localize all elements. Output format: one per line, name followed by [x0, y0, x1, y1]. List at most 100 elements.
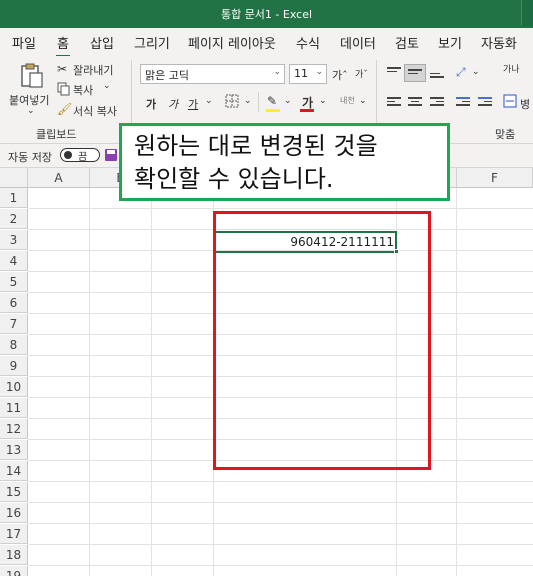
window-title: 통합 문서1 - Excel: [220, 8, 313, 21]
merge-center-icon[interactable]: [503, 94, 517, 108]
gridline: [151, 188, 152, 576]
orientation-dropdown-icon[interactable]: ⌄: [472, 67, 480, 77]
save-icon[interactable]: [104, 148, 118, 162]
tab-draw[interactable]: 그리기: [134, 33, 170, 52]
font-color-dropdown-icon[interactable]: ⌄: [319, 96, 327, 106]
row-header[interactable]: 14: [0, 461, 28, 481]
copy-dropdown-icon[interactable]: ⌄: [103, 81, 111, 91]
format-painter-icon[interactable]: 🖌: [57, 102, 72, 116]
format-painter-label[interactable]: 서식 복사: [73, 103, 117, 119]
copy-icon[interactable]: [57, 82, 71, 96]
gridline: [28, 523, 533, 524]
bold-button[interactable]: 가: [146, 96, 156, 112]
underline-dropdown-icon[interactable]: ⌄: [205, 96, 213, 106]
row-header[interactable]: 13: [0, 440, 28, 460]
autosave-label: 자동 저장: [8, 151, 52, 164]
clipboard-group-label: 클립보드: [36, 128, 77, 141]
row-header[interactable]: 18: [0, 545, 28, 565]
gridline: [28, 565, 533, 566]
row-header[interactable]: 9: [0, 356, 28, 376]
font-size-value: 11: [294, 67, 308, 80]
align-center-icon[interactable]: [408, 97, 422, 109]
italic-button[interactable]: 가: [168, 96, 178, 112]
row-header[interactable]: 19: [0, 566, 28, 576]
font-size-dropdown[interactable]: 11 ⌄: [289, 64, 327, 84]
borders-icon[interactable]: [225, 94, 239, 108]
fill-color-icon[interactable]: ✎: [267, 94, 277, 108]
cut-button-label[interactable]: 잘라내기: [73, 62, 113, 78]
gridline: [28, 481, 533, 482]
column-header-a[interactable]: A: [28, 168, 90, 188]
tab-page-layout[interactable]: 페이지 레이아웃: [188, 33, 276, 52]
row-header[interactable]: 5: [0, 272, 28, 292]
window-control-button[interactable]: [521, 0, 533, 26]
fill-color-dropdown-icon[interactable]: ⌄: [284, 96, 292, 106]
divider: [258, 92, 259, 112]
row-header[interactable]: 8: [0, 335, 28, 355]
gridline: [28, 502, 533, 503]
row-header[interactable]: 17: [0, 524, 28, 544]
gridline: [89, 188, 90, 576]
tab-automate[interactable]: 자동화: [481, 33, 517, 52]
align-top-icon[interactable]: [387, 67, 401, 79]
row-header[interactable]: 3: [0, 230, 28, 250]
shrink-font-button[interactable]: 가ˇ: [355, 67, 368, 80]
font-name-dropdown[interactable]: 맑은 고딕 ⌄: [140, 64, 285, 84]
autosave-state: 끔: [78, 152, 88, 163]
increase-indent-icon[interactable]: [478, 97, 492, 109]
select-all-corner[interactable]: [0, 168, 28, 188]
orientation-icon[interactable]: ⤢: [456, 65, 466, 80]
title-bar: 통합 문서1 - Excel: [0, 0, 533, 28]
tab-data[interactable]: 데이터: [340, 33, 376, 52]
row-header[interactable]: 16: [0, 503, 28, 523]
wrap-text-button[interactable]: 가나: [503, 65, 520, 75]
grow-font-button[interactable]: 가ˆ: [332, 67, 348, 83]
phonetic-dropdown-icon[interactable]: ⌄: [359, 96, 367, 106]
align-bottom-icon[interactable]: [430, 69, 444, 81]
copy-button-label[interactable]: 복사: [73, 82, 93, 98]
column-header-f[interactable]: F: [457, 168, 533, 188]
phonetic-guide-button[interactable]: 내천: [340, 95, 355, 106]
ribbon-tabs: 파일 홈 삽입 그리기 페이지 레이아웃 수식 데이터 검토 보기 자동화: [0, 28, 533, 57]
tab-home[interactable]: 홈: [56, 33, 70, 57]
paste-icon[interactable]: [18, 62, 46, 90]
chevron-down-icon: ⌄: [273, 67, 281, 77]
row-header[interactable]: 2: [0, 209, 28, 229]
row-header[interactable]: 12: [0, 419, 28, 439]
row-header[interactable]: 1: [0, 188, 28, 208]
callout-line-2: 확인할 수 있습니다.: [134, 165, 334, 193]
tab-review[interactable]: 검토: [395, 33, 419, 52]
highlight-box: [213, 211, 431, 470]
paste-dropdown-icon[interactable]: ⌄: [27, 106, 35, 116]
align-middle-icon: [408, 69, 422, 81]
align-left-icon[interactable]: [387, 97, 401, 109]
tab-file[interactable]: 파일: [12, 33, 36, 52]
decrease-indent-icon[interactable]: [456, 97, 470, 109]
tab-formulas[interactable]: 수식: [296, 33, 320, 52]
row-header[interactable]: 7: [0, 314, 28, 334]
callout-line-1: 원하는 대로 변경된 것을: [134, 132, 378, 160]
row-header[interactable]: 4: [0, 251, 28, 271]
scissors-icon[interactable]: ✂: [57, 62, 67, 76]
chevron-down-icon: ⌄: [315, 67, 323, 77]
gridline: [28, 208, 533, 209]
autosave-toggle[interactable]: 끔: [60, 148, 100, 163]
gridline: [28, 544, 533, 545]
underline-button[interactable]: 가: [188, 96, 198, 112]
toggle-knob: [64, 151, 72, 159]
font-color-swatch: [300, 109, 314, 112]
annotation-callout: 원하는 대로 변경된 것을 확인할 수 있습니다.: [119, 123, 450, 201]
align-right-icon[interactable]: [430, 97, 444, 109]
row-header[interactable]: 11: [0, 398, 28, 418]
alignment-group-label: 맞춤: [495, 128, 516, 141]
borders-dropdown-icon[interactable]: ⌄: [244, 96, 252, 106]
tab-view[interactable]: 보기: [438, 33, 462, 52]
merge-button-label[interactable]: 병: [520, 96, 530, 112]
font-name-value: 맑은 고딕: [145, 69, 189, 82]
row-header[interactable]: 10: [0, 377, 28, 397]
fill-color-swatch: [266, 109, 280, 112]
row-header[interactable]: 15: [0, 482, 28, 502]
row-header[interactable]: 6: [0, 293, 28, 313]
gridline: [456, 188, 457, 576]
tab-insert[interactable]: 삽입: [90, 33, 114, 52]
